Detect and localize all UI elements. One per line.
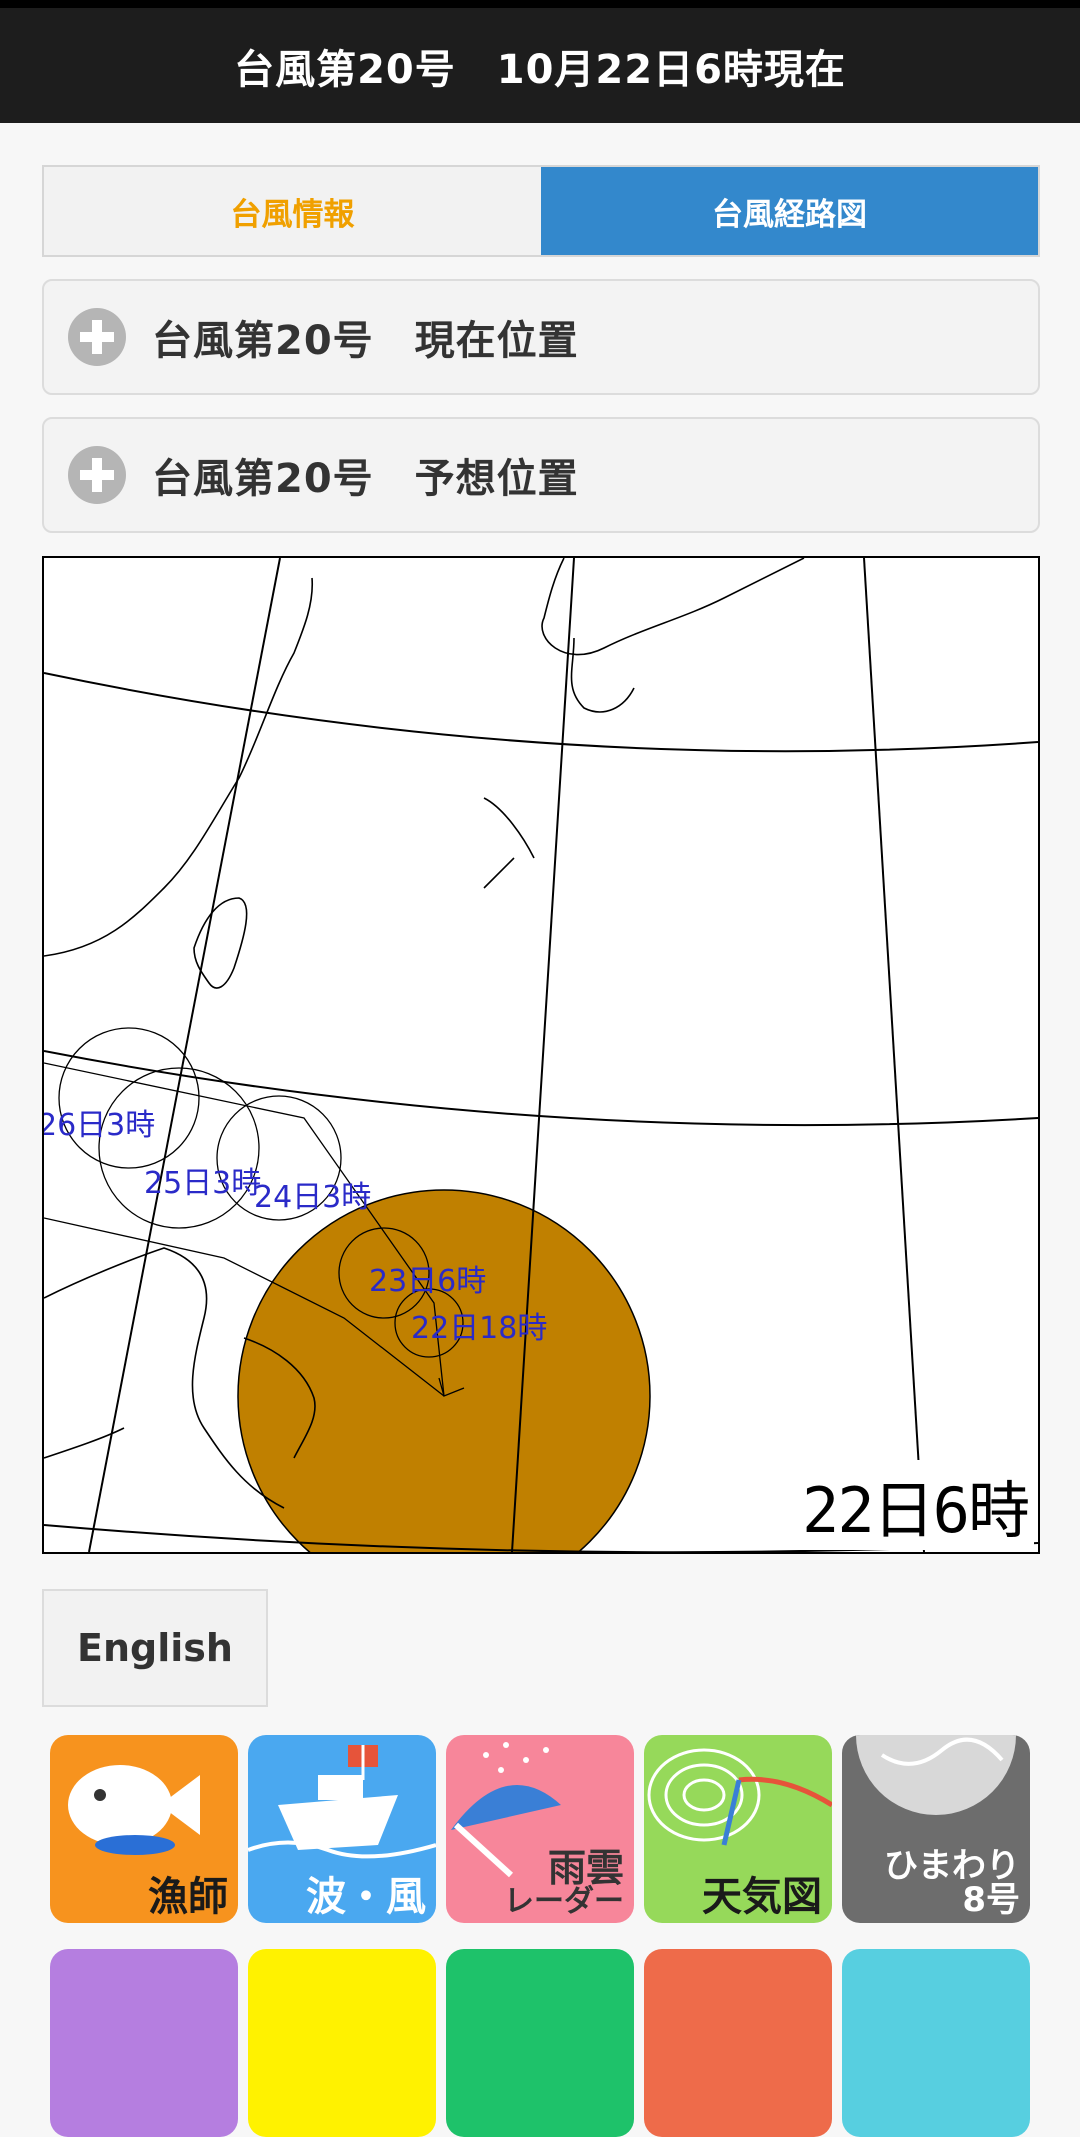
app-tile-row2-5[interactable] [842, 1949, 1030, 2137]
app-tile-row2-4[interactable] [644, 1949, 832, 2137]
tab-typhoon-track-map[interactable]: 台風経路図 [541, 167, 1038, 255]
forecast-label: 25日3時 [144, 1166, 262, 1201]
app-label-line: 8号 [962, 1880, 1020, 1920]
app-tile-row2-3[interactable] [446, 1949, 634, 2137]
typhoon-track-map: 26日3時 25日3時 24日3時 23日6時 22日18時 22日6時 [42, 556, 1040, 1554]
expand-plus-icon [68, 446, 126, 504]
app-rain-radar[interactable]: 雨雲 レーダー [446, 1735, 634, 1923]
forecast-label: 22日18時 [411, 1311, 548, 1346]
expand-plus-icon [68, 308, 126, 366]
tab-bar: 台風情報 台風経路図 [42, 165, 1040, 257]
forecast-label: 26日3時 [42, 1108, 156, 1143]
app-label: 雨雲 レーダー [504, 1849, 624, 1917]
storm-area-circle [237, 1189, 651, 1552]
app-label: ひまわり 8号 [884, 1849, 1020, 1917]
forecast-label: 23日6時 [369, 1264, 487, 1299]
app-label: 波・風 [306, 1874, 426, 1920]
app-label: 漁師 [148, 1874, 228, 1920]
app-tile-row2-2[interactable] [248, 1949, 436, 2137]
app-himawari[interactable]: ひまわり 8号 [842, 1735, 1030, 1923]
tab-typhoon-info[interactable]: 台風情報 [44, 167, 541, 255]
app-fisherman[interactable]: 漁師 [50, 1735, 238, 1923]
app-label-line: ひまわり [884, 1846, 1020, 1886]
page-title: 台風第20号 10月22日6時現在 [234, 46, 846, 93]
accordion-label: 台風第20号 現在位置 [152, 318, 579, 364]
accordion-current-position[interactable]: 台風第20号 現在位置 [42, 279, 1040, 395]
english-button[interactable]: English [42, 1589, 268, 1707]
accordion-label: 台風第20号 予想位置 [152, 456, 579, 502]
app-tile-row2-1[interactable] [50, 1949, 238, 2137]
app-label-line: 雨雲 [547, 1846, 624, 1890]
map-graphic [44, 558, 1038, 1552]
forecast-label: 24日3時 [254, 1180, 372, 1215]
page-header: 台風第20号 10月22日6時現在 [0, 0, 1080, 123]
app-waves-wind[interactable]: 波・風 [248, 1735, 436, 1923]
app-weather-map[interactable]: 天気図 [644, 1735, 832, 1923]
app-label-line: レーダー [504, 1884, 624, 1919]
map-timestamp: 22日6時 [796, 1460, 1034, 1550]
app-label: 天気図 [702, 1874, 822, 1920]
accordion-forecast-position[interactable]: 台風第20号 予想位置 [42, 417, 1040, 533]
